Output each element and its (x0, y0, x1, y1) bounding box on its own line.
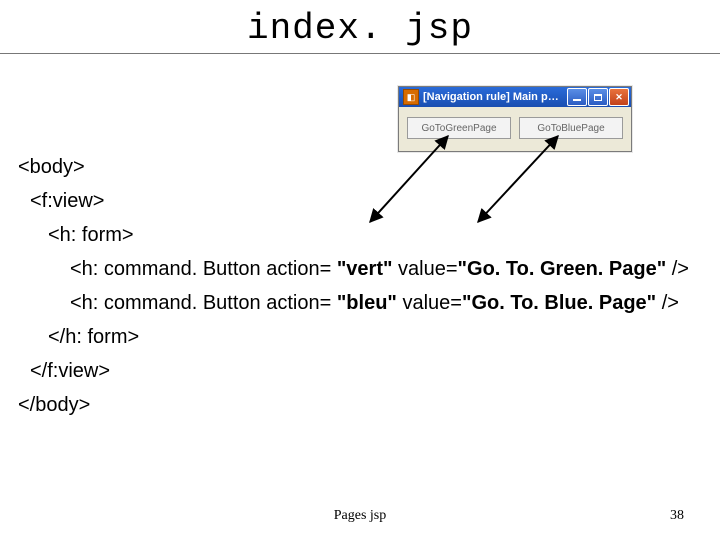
code-line: </f:view> (18, 354, 689, 388)
footer-label: Pages jsp (0, 508, 720, 524)
window-controls: ✕ (567, 88, 629, 106)
window-app-icon: ◧ (403, 89, 419, 105)
code-line: <h: form> (18, 218, 689, 252)
slide: index. jsp ◧ [Navigation rule] Main page… (0, 0, 720, 540)
window-titlebar: ◧ [Navigation rule] Main page… ✕ (399, 87, 631, 107)
window-client-area: GoToGreenPage GoToBluePage (399, 107, 631, 151)
code-line: <f:view> (18, 184, 689, 218)
code-block: <body> <f:view> <h: form> <h: command. B… (18, 150, 689, 422)
window-title: [Navigation rule] Main page… (423, 91, 563, 103)
page-number: 38 (670, 508, 684, 524)
navigation-window: ◧ [Navigation rule] Main page… ✕ GoToGre… (398, 86, 632, 152)
go-to-green-page-button[interactable]: GoToGreenPage (407, 117, 511, 139)
code-line: <h: command. Button action= "bleu" value… (18, 286, 689, 320)
go-to-blue-page-button[interactable]: GoToBluePage (519, 117, 623, 139)
close-button[interactable]: ✕ (609, 88, 629, 106)
code-line: </h: form> (18, 320, 689, 354)
code-line: </body> (18, 388, 689, 422)
maximize-button[interactable] (588, 88, 608, 106)
minimize-button[interactable] (567, 88, 587, 106)
page-title: index. jsp (0, 8, 720, 54)
code-line: <body> (18, 150, 689, 184)
code-line: <h: command. Button action= "vert" value… (18, 252, 689, 286)
